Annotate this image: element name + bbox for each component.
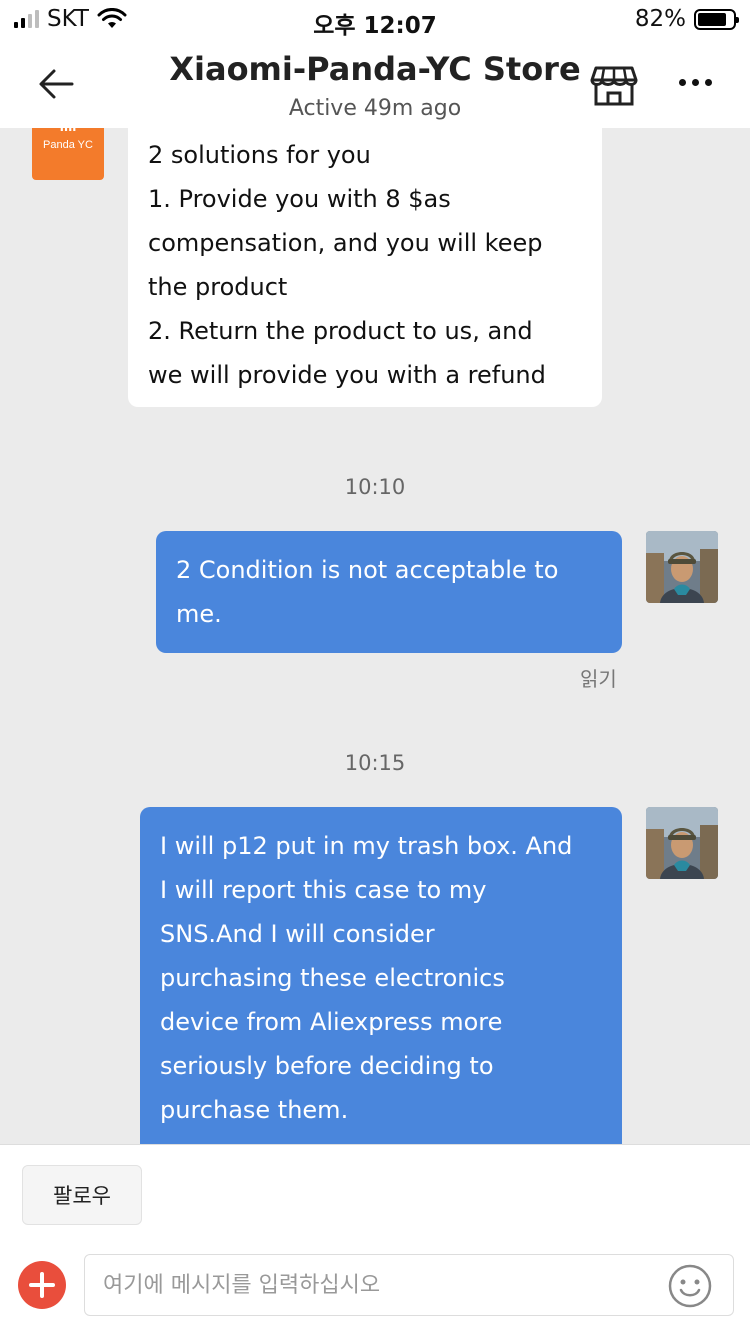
message-line: I will report this case to my: [160, 876, 487, 904]
more-icon[interactable]: [674, 70, 716, 94]
user-avatar[interactable]: [646, 531, 718, 603]
message-line: purchasing these electronics: [160, 964, 505, 992]
store-message-bubble: 2 solutions for you 1. Provide you with …: [128, 128, 602, 407]
message-line: we will provide you with a refund: [148, 361, 546, 389]
user-avatar[interactable]: [646, 807, 718, 879]
follow-button[interactable]: 팔로우: [22, 1165, 142, 1225]
message-line: seriously before deciding to: [160, 1052, 494, 1080]
add-attachment-icon[interactable]: [18, 1261, 66, 1309]
status-right: 82%: [634, 6, 739, 32]
my-message-bubble: I will p12 put in my trash box. And I wi…: [140, 807, 622, 1144]
store-avatar-label: Panda YC: [43, 139, 93, 151]
battery-icon: [694, 8, 739, 30]
message-line: purchase them.: [160, 1096, 349, 1124]
timestamp: 10:15: [344, 751, 406, 775]
message-line: 2 solutions for you: [148, 141, 371, 169]
message-line: I will p12 put in my trash box. And: [160, 832, 573, 860]
store-icon[interactable]: [590, 64, 638, 108]
message-line: 2. Return the product to us, and: [148, 317, 533, 345]
message-line: compensation, and you will keep: [148, 229, 543, 257]
battery-percent: 82%: [634, 6, 686, 32]
read-status: 읽기: [580, 667, 617, 691]
store-logo-text: mi: [32, 128, 104, 134]
status-bar: SKT 오후 12:07 82%: [0, 0, 750, 40]
timestamp: 10:10: [344, 475, 406, 499]
message-input-box: [84, 1254, 734, 1316]
message-line: device from Aliexpress more: [160, 1008, 503, 1036]
message-line: SNS.And I will consider: [160, 920, 435, 948]
message-line: me.: [176, 600, 222, 628]
message-line: 1. Provide you with 8 $as: [148, 185, 451, 213]
store-avatar[interactable]: mi Panda YC: [32, 128, 104, 180]
message-input[interactable]: [85, 1255, 645, 1315]
message-line: 2 Condition is not acceptable to: [176, 556, 559, 584]
emoji-icon[interactable]: [667, 1263, 713, 1309]
composer-area: 팔로우: [0, 1144, 750, 1334]
chat-header: Xiaomi-Panda-YC Store Active 49m ago: [0, 40, 750, 128]
chat-area[interactable]: mi Panda YC 2 solutions for you 1. Provi…: [0, 128, 750, 1144]
my-message-bubble: 2 Condition is not acceptable to me.: [156, 531, 622, 653]
message-line: the product: [148, 273, 288, 301]
